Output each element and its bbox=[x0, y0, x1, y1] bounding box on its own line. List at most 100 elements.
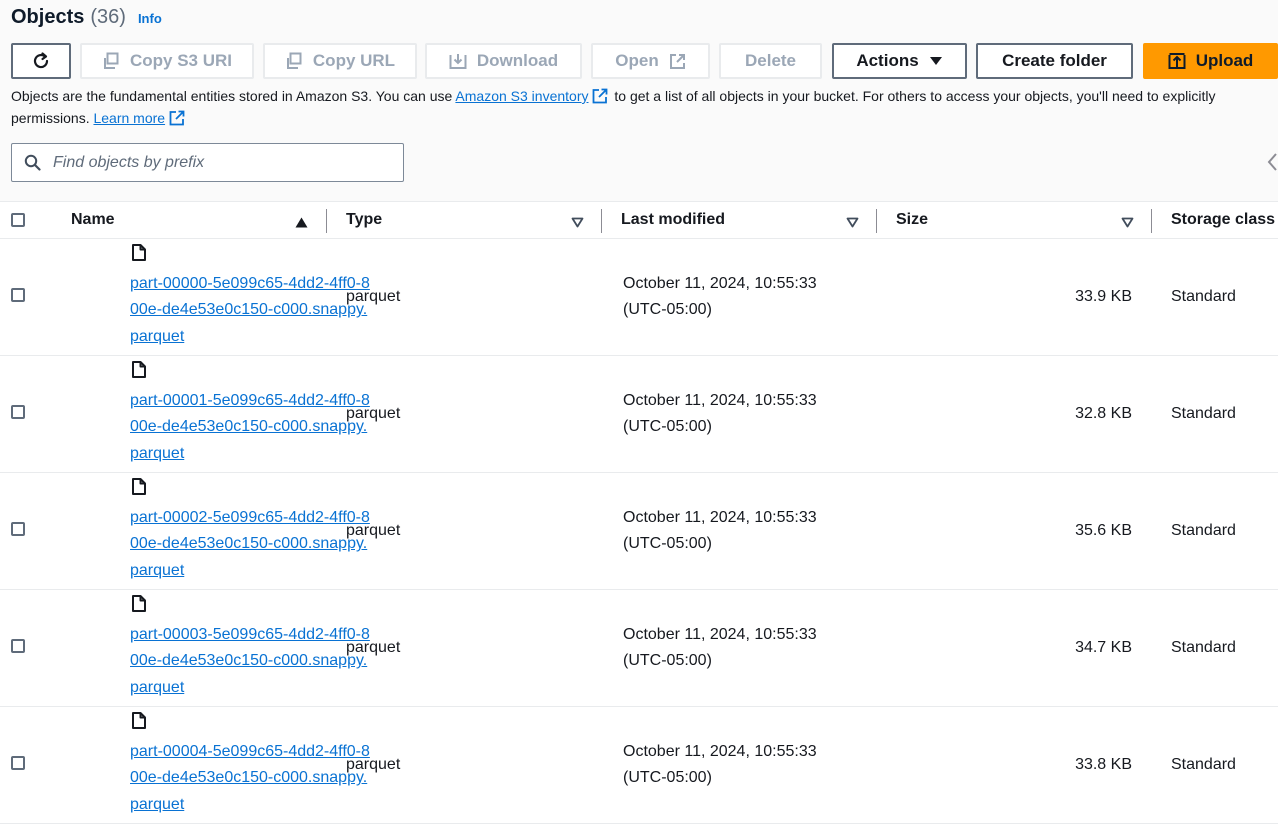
size-cell: 35.6 KB bbox=[877, 472, 1152, 590]
column-header-type[interactable]: Type bbox=[327, 201, 602, 239]
refresh-icon bbox=[33, 52, 49, 69]
last-modified-timezone: (UTC-05:00) bbox=[623, 301, 712, 318]
table-row[interactable]: part-00001-5e099c65-4dd2-4ff0-800e-de4e5… bbox=[0, 355, 1278, 473]
select-all-header bbox=[0, 201, 59, 239]
storage-class-cell: Standard bbox=[1152, 355, 1278, 473]
column-header-storage-class-label: Storage class bbox=[1171, 211, 1276, 228]
description-text-2: to get a list of all objects in your buc… bbox=[610, 88, 1216, 104]
last-modified-cell: October 11, 2024, 10:55:33 (UTC-05:00) bbox=[602, 355, 877, 473]
file-icon bbox=[132, 711, 327, 734]
copy-s3-uri-button[interactable]: Copy S3 URI bbox=[80, 43, 254, 79]
last-modified-timezone: (UTC-05:00) bbox=[623, 535, 712, 552]
upload-label: Upload bbox=[1195, 51, 1254, 70]
column-header-last-modified[interactable]: Last modified bbox=[602, 201, 877, 239]
type-cell: parquet bbox=[327, 355, 602, 473]
table-header-row: Name Type Last modified Size Storage cla… bbox=[0, 201, 1278, 239]
column-header-size-label: Size bbox=[896, 211, 929, 228]
name-cell: part-00004-5e099c65-4dd2-4ff0-800e-de4e5… bbox=[59, 706, 370, 824]
caret-down-icon bbox=[929, 56, 943, 66]
last-modified-cell: October 11, 2024, 10:55:33 (UTC-05:00) bbox=[602, 589, 877, 707]
objects-table: Name Type Last modified Size Storage cla… bbox=[0, 201, 1278, 824]
upload-icon bbox=[1168, 52, 1186, 70]
actions-dropdown[interactable]: Actions bbox=[832, 43, 967, 79]
object-count: (36) bbox=[90, 6, 126, 28]
column-header-name[interactable]: Name bbox=[59, 201, 327, 239]
row-select-cell bbox=[0, 706, 59, 824]
storage-class-cell: Standard bbox=[1152, 589, 1278, 707]
chevron-left-icon[interactable] bbox=[1266, 152, 1278, 177]
column-header-type-label: Type bbox=[346, 211, 383, 228]
open-button[interactable]: Open bbox=[591, 43, 710, 79]
select-all-checkbox[interactable] bbox=[11, 213, 25, 227]
download-label: Download bbox=[476, 51, 559, 70]
refresh-button[interactable] bbox=[11, 43, 71, 79]
file-icon bbox=[132, 360, 327, 383]
size-cell: 34.7 KB bbox=[877, 589, 1152, 707]
search-input[interactable] bbox=[51, 152, 375, 173]
column-header-size[interactable]: Size bbox=[877, 201, 1152, 239]
row-select-cell bbox=[0, 589, 59, 707]
name-cell: part-00000-5e099c65-4dd2-4ff0-800e-de4e5… bbox=[59, 238, 370, 356]
row-select-cell bbox=[0, 355, 59, 473]
description-text-1: Objects are the fundamental entities sto… bbox=[11, 88, 456, 104]
row-checkbox[interactable] bbox=[11, 521, 25, 536]
name-cell: part-00001-5e099c65-4dd2-4ff0-800e-de4e5… bbox=[59, 355, 370, 473]
create-folder-label: Create folder bbox=[1002, 51, 1107, 70]
last-modified-date: October 11, 2024, 10:55:33 bbox=[623, 626, 817, 643]
row-checkbox[interactable] bbox=[11, 404, 25, 419]
sort-caret-down-icon bbox=[1121, 215, 1134, 233]
external-link-icon bbox=[669, 53, 686, 70]
copy-s3-uri-label: Copy S3 URI bbox=[129, 51, 233, 70]
create-folder-button[interactable]: Create folder bbox=[976, 43, 1133, 79]
table-row[interactable]: part-00000-5e099c65-4dd2-4ff0-800e-de4e5… bbox=[0, 238, 1278, 356]
download-button[interactable]: Download bbox=[425, 43, 582, 79]
search-icon bbox=[24, 154, 41, 171]
file-icon bbox=[132, 594, 327, 617]
type-cell: parquet bbox=[327, 238, 602, 356]
file-icon bbox=[132, 477, 327, 500]
sort-caret-down-icon bbox=[846, 215, 859, 233]
size-cell: 33.9 KB bbox=[877, 238, 1152, 356]
page-title: Objects bbox=[11, 6, 85, 28]
last-modified-date: October 11, 2024, 10:55:33 bbox=[623, 392, 817, 409]
delete-label: Delete bbox=[744, 51, 797, 70]
external-link-icon bbox=[169, 110, 185, 131]
table-row[interactable]: part-00003-5e099c65-4dd2-4ff0-800e-de4e5… bbox=[0, 589, 1278, 707]
size-cell: 33.8 KB bbox=[877, 706, 1152, 824]
storage-class-cell: Standard bbox=[1152, 238, 1278, 356]
s3-inventory-link[interactable]: Amazon S3 inventory bbox=[455, 88, 588, 104]
type-cell: parquet bbox=[327, 706, 602, 824]
sort-ascending-icon bbox=[295, 215, 308, 233]
copy-url-label: Copy URL bbox=[312, 51, 396, 70]
row-checkbox[interactable] bbox=[11, 287, 25, 302]
table-row[interactable]: part-00002-5e099c65-4dd2-4ff0-800e-de4e5… bbox=[0, 472, 1278, 590]
last-modified-cell: October 11, 2024, 10:55:33 (UTC-05:00) bbox=[602, 706, 877, 824]
column-header-storage-class[interactable]: Storage class bbox=[1152, 201, 1278, 239]
last-modified-date: October 11, 2024, 10:55:33 bbox=[623, 743, 817, 760]
upload-button[interactable]: Upload bbox=[1143, 43, 1278, 79]
column-header-name-label: Name bbox=[71, 211, 115, 228]
download-icon bbox=[449, 52, 467, 70]
table-row[interactable]: part-00004-5e099c65-4dd2-4ff0-800e-de4e5… bbox=[0, 706, 1278, 824]
learn-more-link[interactable]: Learn more bbox=[93, 110, 165, 126]
external-link-icon bbox=[592, 88, 608, 109]
size-cell: 32.8 KB bbox=[877, 355, 1152, 473]
last-modified-cell: October 11, 2024, 10:55:33 (UTC-05:00) bbox=[602, 472, 877, 590]
last-modified-date: October 11, 2024, 10:55:33 bbox=[623, 509, 817, 526]
last-modified-cell: October 11, 2024, 10:55:33 (UTC-05:00) bbox=[602, 238, 877, 356]
search-box bbox=[11, 143, 404, 182]
file-icon bbox=[132, 243, 327, 266]
copy-url-button[interactable]: Copy URL bbox=[263, 43, 417, 79]
name-cell: part-00002-5e099c65-4dd2-4ff0-800e-de4e5… bbox=[59, 472, 370, 590]
last-modified-timezone: (UTC-05:00) bbox=[623, 769, 712, 786]
row-checkbox[interactable] bbox=[11, 755, 25, 770]
copy-icon bbox=[102, 52, 120, 70]
delete-button[interactable]: Delete bbox=[719, 43, 822, 79]
info-link[interactable]: Info bbox=[138, 11, 162, 26]
actions-label: Actions bbox=[856, 51, 919, 70]
name-cell: part-00003-5e099c65-4dd2-4ff0-800e-de4e5… bbox=[59, 589, 370, 707]
description-text-3: permissions. bbox=[11, 110, 94, 126]
row-checkbox[interactable] bbox=[11, 638, 25, 653]
toolbar: Copy S3 URI Copy URL Download Open Delet… bbox=[0, 43, 1278, 81]
storage-class-cell: Standard bbox=[1152, 472, 1278, 590]
